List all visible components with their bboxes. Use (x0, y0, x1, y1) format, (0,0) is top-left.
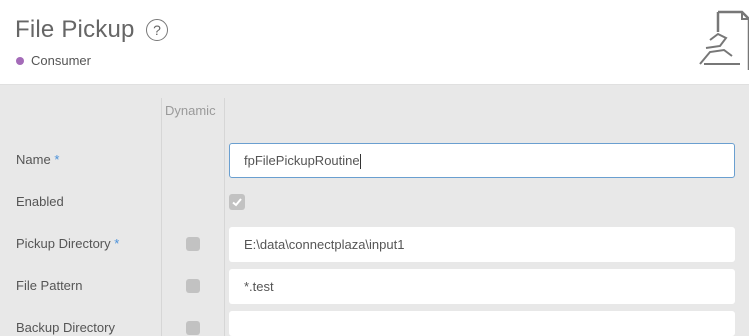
pickup-directory-input[interactable]: E:\data\connectplaza\input1 (229, 227, 735, 262)
column-divider (161, 98, 162, 336)
hand-holding-document-icon (699, 10, 749, 70)
required-marker: * (114, 236, 120, 251)
required-marker: * (54, 152, 60, 167)
page-title: File Pickup (15, 16, 135, 43)
pickup-directory-label-text: Pickup Directory (16, 236, 111, 251)
backup-directory-dynamic-checkbox[interactable] (186, 321, 200, 335)
status-dot (16, 57, 24, 65)
name-input-value: fpFilePickupRoutine (244, 153, 360, 168)
dynamic-column-header: Dynamic (165, 103, 216, 118)
name-label: Name * (16, 152, 59, 167)
pickup-directory-label: Pickup Directory * (16, 236, 119, 251)
pickup-directory-dynamic-checkbox[interactable] (186, 237, 200, 251)
file-pattern-dynamic-checkbox[interactable] (186, 279, 200, 293)
text-caret (359, 154, 361, 170)
column-divider (224, 98, 225, 336)
checkmark-icon (232, 198, 242, 207)
name-label-text: Name (16, 152, 51, 167)
component-type-label: Consumer (31, 53, 91, 68)
backup-directory-input[interactable] (229, 311, 735, 336)
enabled-checkbox[interactable] (229, 194, 245, 210)
help-icon[interactable]: ? (146, 19, 168, 41)
name-input[interactable]: fpFilePickupRoutine (229, 143, 735, 178)
backup-directory-label: Backup Directory (16, 320, 115, 335)
file-pattern-label: File Pattern (16, 278, 83, 293)
file-pattern-input[interactable]: *.test (229, 269, 735, 304)
page-header: File Pickup ? Consumer (0, 0, 749, 85)
enabled-label: Enabled (16, 194, 64, 209)
